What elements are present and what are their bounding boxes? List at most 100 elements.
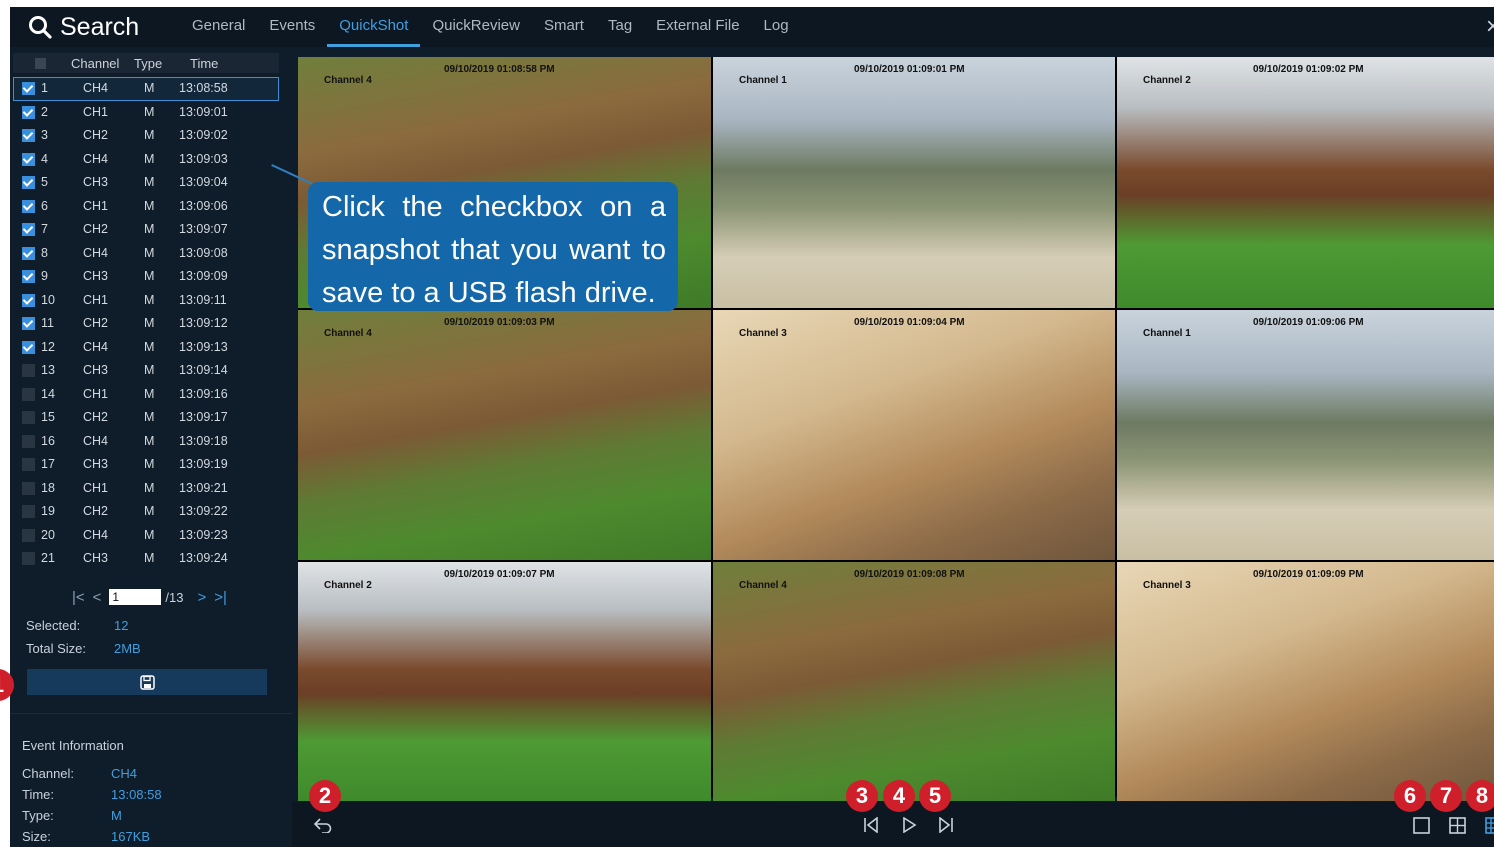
row-checkbox[interactable]: [22, 270, 35, 283]
table-row[interactable]: 10 CH1 M 13:09:11: [13, 289, 279, 313]
first-page-button[interactable]: |<: [72, 589, 85, 606]
tab-quickshot[interactable]: QuickShot: [327, 7, 421, 47]
snapshot-tile[interactable]: Channel 2 09/10/2019 01:09:07 PM: [298, 562, 711, 801]
row-checkbox[interactable]: [22, 458, 35, 471]
table-row[interactable]: 14 CH1 M 13:09:16: [13, 383, 279, 407]
snapshot-tile[interactable]: Channel 2 09/10/2019 01:09:02 PM: [1117, 57, 1494, 308]
row-checkbox[interactable]: [22, 293, 35, 307]
previous-button[interactable]: [862, 815, 882, 835]
row-checkbox[interactable]: [22, 528, 35, 542]
table-row[interactable]: 7 CH2 M 13:09:07: [13, 218, 279, 242]
row-checkbox[interactable]: [22, 552, 35, 565]
row-channel: CH3: [83, 551, 109, 565]
row-checkbox[interactable]: [22, 176, 35, 189]
row-number: 17: [41, 457, 55, 471]
snapshot-tile[interactable]: Channel 1 09/10/2019 01:09:06 PM: [1117, 310, 1494, 560]
row-type: M: [144, 175, 155, 189]
tab-log[interactable]: Log: [752, 7, 801, 47]
table-row[interactable]: 3 CH2 M 13:09:02: [13, 124, 279, 148]
row-checkbox[interactable]: [22, 199, 35, 213]
column-header-time[interactable]: Time: [190, 56, 218, 71]
row-checkbox[interactable]: [22, 340, 35, 354]
table-row[interactable]: 4 CH4 M 13:09:03: [13, 148, 279, 172]
row-channel: CH1: [83, 198, 109, 213]
next-button[interactable]: [935, 815, 955, 835]
snapshot-tile[interactable]: Channel 4 09/10/2019 01:09:08 PM: [713, 562, 1115, 801]
tab-events[interactable]: Events: [257, 7, 327, 47]
tab-external-file[interactable]: External File: [644, 7, 751, 47]
snapshot-timestamp: 09/10/2019 01:09:02 PM: [1253, 64, 1364, 75]
table-row[interactable]: 6 CH1 M 13:09:06: [13, 195, 279, 219]
total-size-value: 2MB: [114, 641, 141, 656]
row-type: M: [144, 339, 155, 354]
table-row[interactable]: 18 CH1 M 13:09:21: [13, 477, 279, 501]
play-icon: [903, 817, 917, 833]
snapshot-tile[interactable]: Channel 1 09/10/2019 01:09:01 PM: [713, 57, 1115, 308]
back-button[interactable]: [313, 815, 333, 835]
row-checkbox[interactable]: [22, 246, 35, 260]
table-row[interactable]: 11 CH2 M 13:09:12: [13, 312, 279, 336]
column-header-type[interactable]: Type: [134, 56, 162, 71]
row-number: 9: [41, 269, 48, 283]
page-number-input[interactable]: [109, 589, 162, 605]
row-time: 13:09:11: [179, 292, 227, 307]
select-all-checkbox[interactable]: [35, 58, 46, 69]
row-type: M: [144, 222, 155, 236]
pagination: |< < /13 > >|: [72, 588, 235, 606]
event-size-label: Size:: [22, 829, 51, 844]
row-checkbox[interactable]: [22, 411, 35, 424]
row-checkbox[interactable]: [22, 317, 35, 330]
row-time: 13:09:02: [179, 128, 228, 142]
row-checkbox[interactable]: [22, 105, 35, 119]
single-view-button[interactable]: [1411, 815, 1431, 835]
row-number: 10: [41, 292, 55, 307]
table-row[interactable]: 12 CH4 M 13:09:13: [13, 336, 279, 360]
table-row[interactable]: 8 CH4 M 13:09:08: [13, 242, 279, 266]
table-row[interactable]: 15 CH2 M 13:09:17: [13, 406, 279, 430]
row-checkbox[interactable]: [22, 364, 35, 377]
table-row[interactable]: 2 CH1 M 13:09:01: [13, 101, 279, 125]
next-page-button[interactable]: >: [198, 589, 207, 606]
row-checkbox[interactable]: [22, 481, 35, 495]
quad-view-button[interactable]: [1447, 815, 1467, 835]
row-checkbox[interactable]: [22, 129, 35, 142]
row-type: M: [144, 316, 155, 330]
tab-tag[interactable]: Tag: [596, 7, 644, 47]
row-checkbox[interactable]: [22, 505, 35, 518]
table-row[interactable]: 13 CH3 M 13:09:14: [13, 359, 279, 383]
play-button[interactable]: [899, 815, 919, 835]
row-time: 13:09:18: [179, 433, 228, 448]
row-number: 21: [41, 551, 55, 565]
snapshot-tile[interactable]: Channel 3 09/10/2019 01:09:09 PM: [1117, 562, 1494, 801]
close-icon[interactable]: ×: [1486, 13, 1494, 41]
table-row[interactable]: 20 CH4 M 13:09:23: [13, 524, 279, 548]
tab-general[interactable]: General: [180, 7, 257, 47]
row-checkbox[interactable]: [22, 82, 35, 95]
table-row[interactable]: 21 CH3 M 13:09:24: [13, 547, 279, 571]
row-checkbox[interactable]: [22, 223, 35, 236]
prev-page-button[interactable]: <: [93, 589, 102, 606]
column-header-channel[interactable]: Channel: [71, 56, 119, 71]
tab-smart[interactable]: Smart: [532, 7, 596, 47]
row-checkbox[interactable]: [22, 434, 35, 448]
table-row[interactable]: 9 CH3 M 13:09:09: [13, 265, 279, 289]
row-time: 13:09:22: [179, 504, 228, 518]
row-time: 13:09:06: [179, 198, 228, 213]
nine-view-button[interactable]: [1483, 815, 1494, 835]
row-channel: CH2: [83, 410, 109, 424]
save-button[interactable]: [27, 669, 267, 695]
snapshot-tile[interactable]: Channel 4 09/10/2019 01:09:03 PM: [298, 310, 711, 560]
row-checkbox[interactable]: [22, 152, 35, 166]
table-row[interactable]: 16 CH4 M 13:09:18: [13, 430, 279, 454]
row-number: 6: [41, 198, 48, 213]
tab-quickreview[interactable]: QuickReview: [420, 7, 532, 47]
snapshot-tile[interactable]: Channel 3 09/10/2019 01:09:04 PM: [713, 310, 1115, 560]
row-channel: CH3: [83, 175, 109, 189]
table-row[interactable]: 19 CH2 M 13:09:22: [13, 500, 279, 524]
last-page-button[interactable]: >|: [214, 589, 227, 606]
row-checkbox[interactable]: [22, 387, 35, 401]
table-row[interactable]: 17 CH3 M 13:09:19: [13, 453, 279, 477]
table-row[interactable]: 1 CH4 M 13:08:58: [13, 77, 279, 101]
table-row[interactable]: 5 CH3 M 13:09:04: [13, 171, 279, 195]
row-number: 13: [41, 363, 55, 377]
